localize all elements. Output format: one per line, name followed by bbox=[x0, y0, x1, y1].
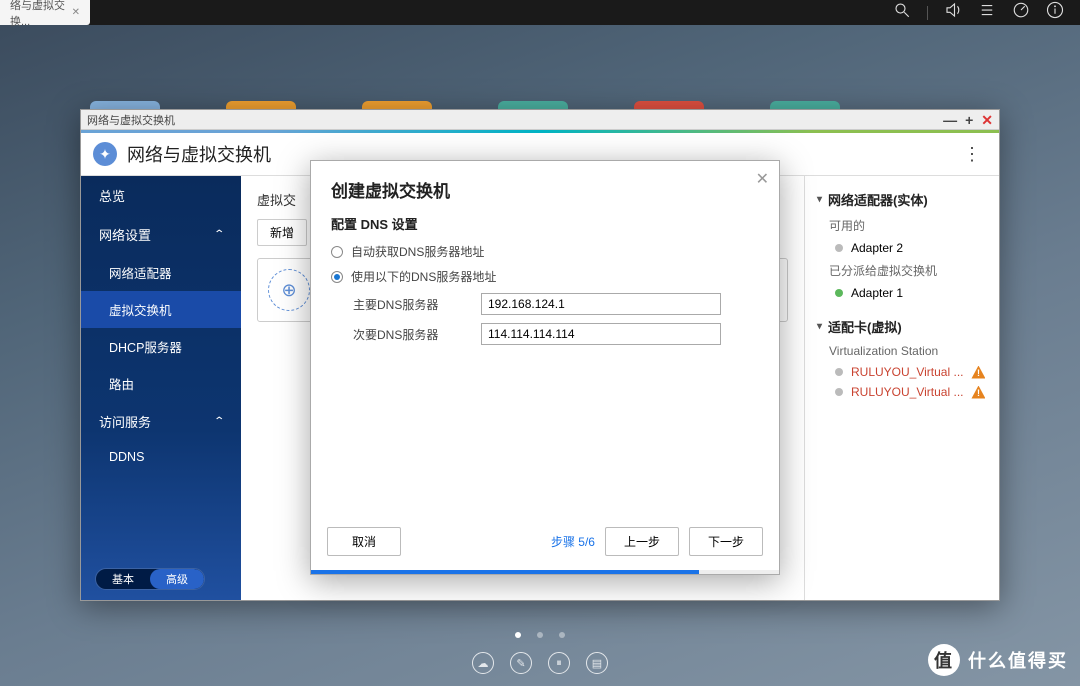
radio-manual-dns[interactable]: 使用以下的DNS服务器地址 bbox=[331, 264, 759, 289]
cancel-button[interactable]: 取消 bbox=[327, 527, 401, 556]
dialog-subtitle: 配置 DNS 设置 bbox=[311, 214, 779, 239]
separator bbox=[927, 6, 928, 20]
right-sub-available: 可用的 bbox=[829, 217, 987, 234]
volume-icon[interactable] bbox=[944, 1, 962, 24]
radio-icon bbox=[331, 271, 343, 283]
search-icon[interactable] bbox=[893, 1, 911, 24]
dashboard-icon[interactable] bbox=[1012, 1, 1030, 24]
right-section-adapters[interactable]: ▾网络适配器(实体) bbox=[817, 190, 987, 209]
warning-icon bbox=[971, 366, 985, 379]
right-section-virtual[interactable]: ▾适配卡(虚拟) bbox=[817, 317, 987, 336]
status-dot-icon bbox=[835, 244, 843, 252]
info-icon[interactable] bbox=[1046, 1, 1064, 24]
app-icon bbox=[93, 142, 117, 166]
sidebar-item-adapter[interactable]: 网络适配器 bbox=[81, 254, 241, 291]
status-dot-icon bbox=[835, 368, 843, 376]
chevron-down-icon: ▾ bbox=[817, 321, 822, 332]
watermark-logo-icon: 值 bbox=[928, 644, 960, 676]
secondary-dns-label: 次要DNS服务器 bbox=[331, 326, 481, 343]
warning-icon bbox=[971, 386, 985, 399]
chevron-up-icon: ⌃ bbox=[213, 229, 225, 240]
adapter-item[interactable]: Adapter 2 bbox=[817, 238, 987, 258]
secondary-dns-input[interactable] bbox=[481, 323, 721, 345]
radio-icon bbox=[331, 246, 343, 258]
create-vswitch-dialog: ✕ 创建虚拟交换机 配置 DNS 设置 自动获取DNS服务器地址 使用以下的DN… bbox=[310, 160, 780, 575]
sidebar-item-label: 网络设置 bbox=[99, 225, 151, 244]
step-indicator: 步骤 5/6 bbox=[551, 533, 595, 550]
sidebar-item-dhcp[interactable]: DHCP服务器 bbox=[81, 328, 241, 365]
topbar-tab-label: 络与虚拟交换... bbox=[10, 0, 66, 29]
sidebar: 总览 网络设置 ⌃ 网络适配器 虚拟交换机 DHCP服务器 路由 访问服务 ⌃ … bbox=[81, 176, 241, 600]
right-panel: ▾网络适配器(实体) 可用的 Adapter 2 已分派给虚拟交换机 Adapt… bbox=[804, 176, 999, 600]
sidebar-item-access[interactable]: 访问服务 ⌃ bbox=[81, 402, 241, 441]
toggle-basic[interactable]: 基本 bbox=[96, 569, 150, 589]
add-button[interactable]: 新增 bbox=[257, 219, 307, 246]
adapter-item[interactable]: Adapter 1 bbox=[817, 283, 987, 303]
next-button[interactable]: 下一步 bbox=[689, 527, 763, 556]
window-minimize-icon[interactable]: — bbox=[943, 113, 957, 127]
background-app-tabs bbox=[90, 101, 840, 109]
system-topbar: 络与虚拟交换... ✕ bbox=[0, 0, 1080, 25]
watermark-text: 什么值得买 bbox=[968, 647, 1068, 673]
sidebar-item-label: 访问服务 bbox=[99, 412, 151, 431]
sidebar-item-ddns[interactable]: DDNS bbox=[81, 441, 241, 473]
sidebar-item-overview[interactable]: 总览 bbox=[81, 176, 241, 215]
window-close-icon[interactable]: ✕ bbox=[981, 113, 993, 127]
primary-dns-input[interactable] bbox=[481, 293, 721, 315]
chevron-up-icon: ⌃ bbox=[213, 416, 225, 427]
desktop-dock: ☁ ✎ ⏸ ▤ bbox=[472, 652, 608, 674]
right-sub-assigned: 已分派给虚拟交换机 bbox=[829, 262, 987, 279]
window-titlebar[interactable]: 网络与虚拟交换机 — + ✕ bbox=[81, 110, 999, 130]
more-menu-icon[interactable]: ⋮ bbox=[957, 144, 987, 165]
status-dot-icon bbox=[835, 289, 843, 297]
tasks-icon[interactable] bbox=[978, 1, 996, 24]
wizard-progress bbox=[311, 570, 779, 574]
vswitch-icon: ⊕ bbox=[268, 269, 310, 311]
prev-button[interactable]: 上一步 bbox=[605, 527, 679, 556]
dock-app-icon[interactable]: ▤ bbox=[586, 652, 608, 674]
radio-auto-dns[interactable]: 自动获取DNS服务器地址 bbox=[331, 239, 759, 264]
virtual-adapter-item[interactable]: RULUYOU_Virtual ... bbox=[817, 362, 987, 382]
right-sub-vstation: Virtualization Station bbox=[829, 344, 987, 358]
window-maximize-icon[interactable]: + bbox=[965, 113, 973, 127]
dock-cloud-icon[interactable]: ☁ bbox=[472, 652, 494, 674]
dock-tool-icon[interactable]: ✎ bbox=[510, 652, 532, 674]
chevron-down-icon: ▾ bbox=[817, 194, 822, 205]
watermark: 值 什么值得买 bbox=[928, 644, 1068, 676]
primary-dns-label: 主要DNS服务器 bbox=[331, 296, 481, 313]
sidebar-mode-toggle[interactable]: 基本 高级 bbox=[95, 568, 205, 590]
app-title: 网络与虚拟交换机 bbox=[127, 141, 271, 167]
toggle-advanced[interactable]: 高级 bbox=[150, 569, 204, 589]
dock-pause-icon[interactable]: ⏸ bbox=[548, 652, 570, 674]
progress-fill bbox=[311, 570, 699, 574]
sidebar-item-vswitch[interactable]: 虚拟交换机 bbox=[81, 291, 241, 328]
status-dot-icon bbox=[835, 388, 843, 396]
window-title: 网络与虚拟交换机 bbox=[87, 112, 175, 128]
close-tab-icon[interactable]: ✕ bbox=[72, 7, 80, 18]
desktop-page-dots[interactable] bbox=[515, 632, 565, 638]
topbar-tab[interactable]: 络与虚拟交换... ✕ bbox=[0, 0, 90, 25]
virtual-adapter-item[interactable]: RULUYOU_Virtual ... bbox=[817, 382, 987, 402]
dialog-close-icon[interactable]: ✕ bbox=[756, 169, 769, 189]
sidebar-item-route[interactable]: 路由 bbox=[81, 365, 241, 402]
sidebar-item-network-settings[interactable]: 网络设置 ⌃ bbox=[81, 215, 241, 254]
dialog-title: 创建虚拟交换机 bbox=[311, 161, 779, 214]
